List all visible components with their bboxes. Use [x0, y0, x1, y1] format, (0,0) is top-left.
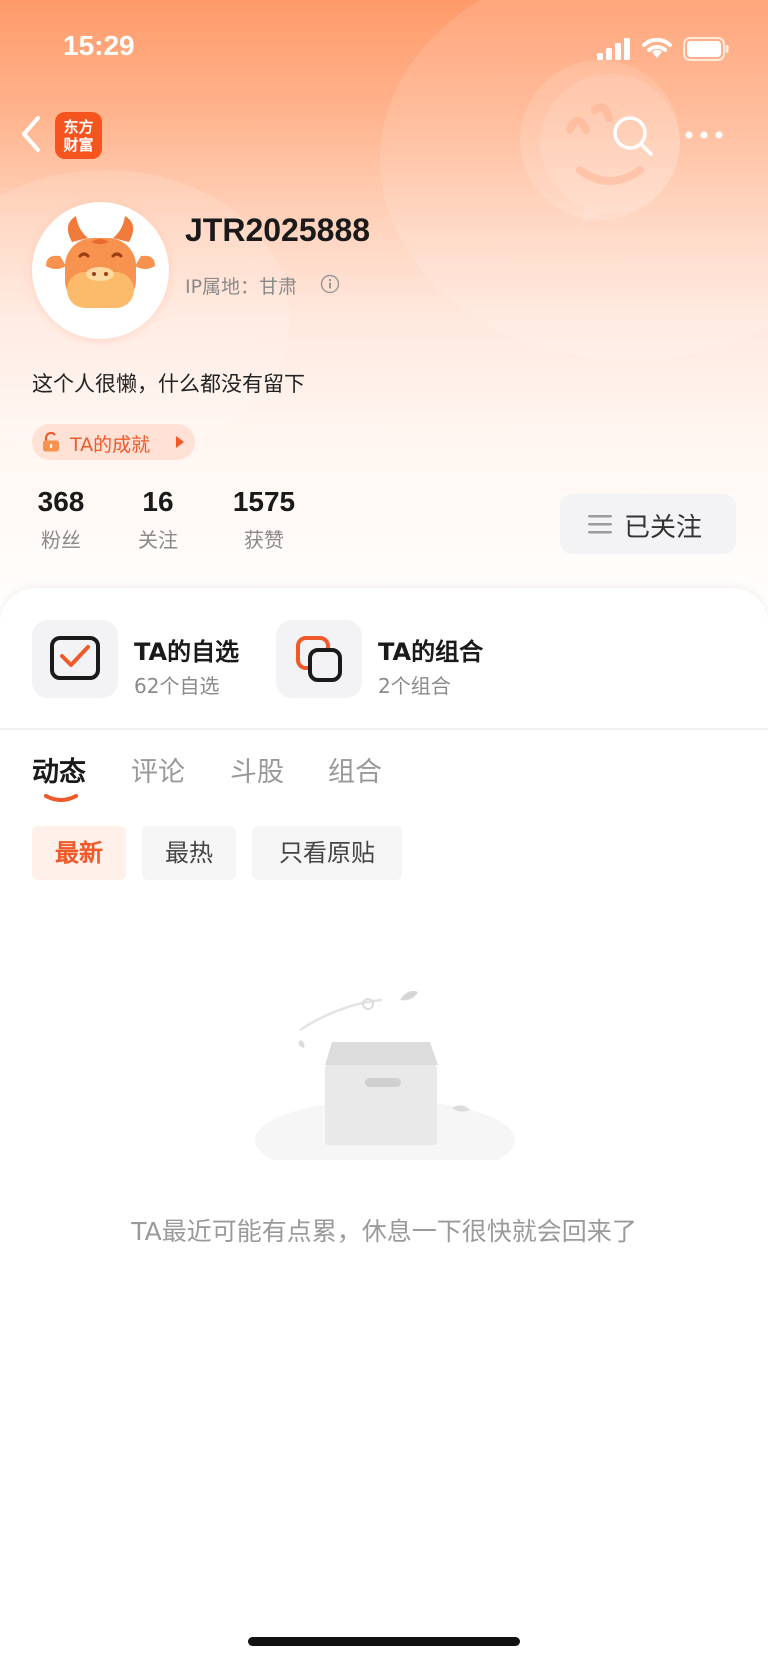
active-tab-indicator: [44, 794, 78, 802]
empty-state-message: TA最近可能有点累，休息一下很快就会回来了: [131, 1217, 637, 1246]
status-bar: 15:29: [0, 0, 768, 96]
top-nav: 东方 财富: [0, 100, 768, 170]
watchlist-title: TA的自选: [134, 638, 240, 666]
portfolio-icon-tile: [276, 620, 362, 698]
back-arrow-icon[interactable]: [18, 114, 44, 154]
filter-hottest[interactable]: 最热: [142, 826, 236, 880]
lock-icon: [43, 432, 59, 452]
info-icon[interactable]: [320, 274, 340, 294]
status-time: 15:29: [63, 30, 135, 61]
ox-avatar-icon: [46, 216, 155, 308]
portfolio-title: TA的组合: [378, 638, 484, 666]
avatar[interactable]: [32, 202, 169, 339]
more-options-icon[interactable]: [684, 128, 724, 142]
stat-likes[interactable]: 1575 获赞: [222, 486, 306, 553]
empty-box-illustration: [255, 991, 515, 1160]
portfolio-shortcut[interactable]: TA的组合 2个组合: [276, 620, 516, 698]
app-logo[interactable]: 东方 财富: [55, 112, 102, 159]
tab-portfolios[interactable]: 组合: [328, 750, 382, 789]
achievement-label: TA的成就: [70, 434, 151, 456]
stat-value: 368: [37, 486, 85, 517]
search-icon[interactable]: [611, 114, 655, 158]
filter-latest[interactable]: 最新: [32, 826, 126, 880]
followed-button-label: 已关注: [624, 513, 703, 543]
stat-followers[interactable]: 368 粉丝: [28, 486, 94, 553]
stat-following[interactable]: 16 关注: [128, 486, 188, 553]
stat-label: 关注: [138, 528, 178, 552]
stat-label: 粉丝: [41, 528, 81, 552]
followed-button[interactable]: 已关注: [560, 494, 736, 554]
cellular-signal-icon: [597, 38, 630, 60]
watchlist-icon-tile: [32, 620, 118, 698]
caret-right-icon: [176, 436, 184, 448]
ip-location: IP属地：甘肃: [185, 276, 298, 298]
tab-stock-battle[interactable]: 斗股: [230, 750, 284, 789]
wifi-icon: [642, 37, 672, 58]
watchlist-count: 62个自选: [134, 674, 220, 698]
achievement-badge[interactable]: TA的成就: [32, 424, 195, 460]
stat-value: 1575: [232, 486, 296, 517]
portfolio-stack-icon: [296, 636, 342, 682]
portfolio-count: 2个组合: [378, 674, 451, 698]
stat-value: 16: [142, 486, 174, 517]
watchlist-shortcut[interactable]: TA的自选 62个自选: [32, 620, 272, 698]
logo-text-line2: 财富: [63, 135, 94, 154]
profile-bio: 这个人很懒，什么都没有留下: [32, 372, 305, 396]
battery-icon: [683, 37, 729, 61]
username: JTR2025888: [185, 212, 371, 248]
tab-posts[interactable]: 动态: [32, 750, 86, 789]
watchlist-check-icon: [50, 636, 100, 680]
menu-lines-icon: [588, 515, 612, 534]
home-indicator[interactable]: [248, 1637, 520, 1646]
tab-comments[interactable]: 评论: [131, 750, 185, 789]
logo-text-line1: 东方: [63, 117, 94, 136]
filter-original-only[interactable]: 只看原贴: [252, 826, 402, 880]
divider: [0, 728, 768, 730]
stat-label: 获赞: [244, 528, 284, 552]
